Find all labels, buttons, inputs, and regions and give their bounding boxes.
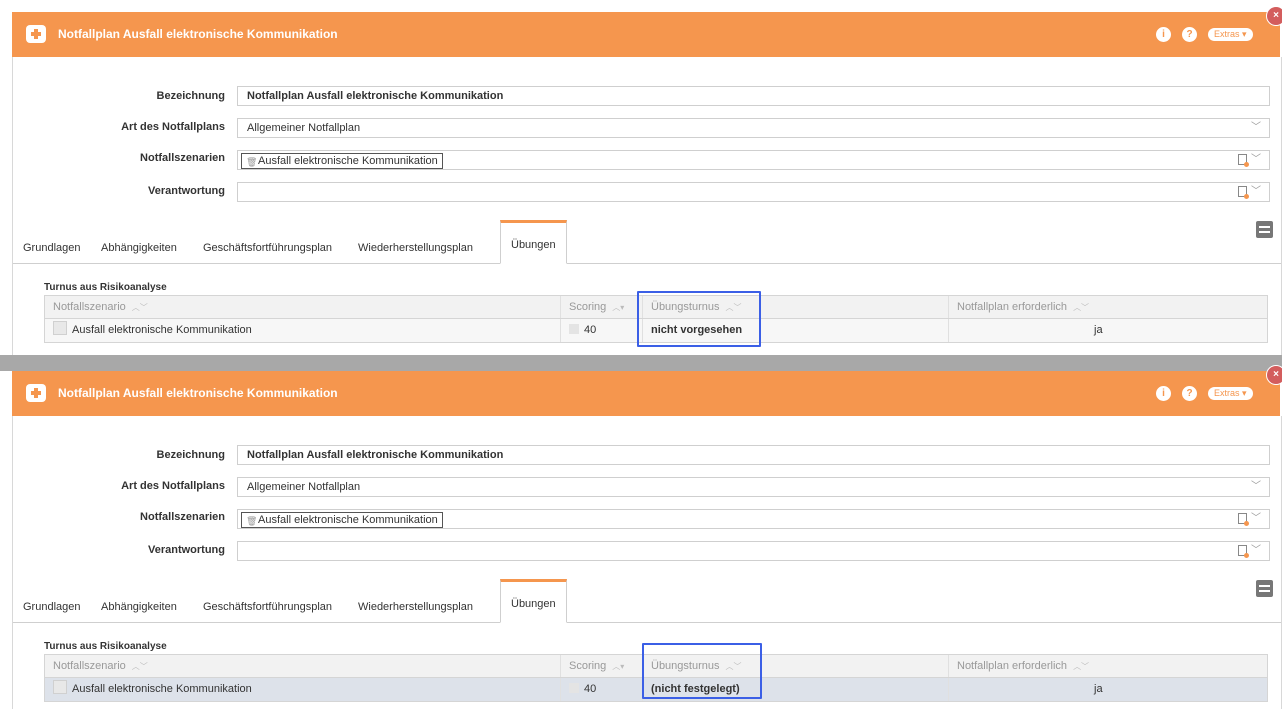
art-select[interactable]: Allgemeiner Notfallplan ﹀ [237,477,1270,497]
panel-header: Notfallplan Ausfall elektronische Kommun… [12,365,1282,416]
szenarien-label: Notfallszenarien [140,511,225,523]
sort-icon[interactable]: ︿﹀ [1073,662,1089,671]
tab-bar: Grundlagen Abhängigkeiten Geschäftsfortf… [13,576,1281,623]
chevron-down-icon[interactable]: ﹀ [1251,478,1261,496]
bar-chart-icon [569,683,579,693]
column-header-notfallplan-erforderlich[interactable]: Notfallplan erforderlich ︿﹀ [949,296,1267,318]
cell-scoring: 40 [561,678,643,701]
first-aid-icon [26,25,46,43]
sort-icon[interactable]: ︿﹀ [1073,303,1089,312]
sort-icon[interactable]: ︿▾ [612,662,624,671]
tab-wiederherstellungsplan[interactable]: Wiederherstellungsplan [358,592,473,622]
tab-geschaeftsfortfuehrungsplan[interactable]: Geschäftsfortführungsplan [203,233,332,263]
first-aid-icon [26,384,46,402]
art-label: Art des Notfallplans [121,480,225,492]
bezeichnung-field[interactable]: Notfallplan Ausfall elektronische Kommun… [237,86,1270,106]
top-panel: Notfallplan Ausfall elektronische Kommun… [12,6,1282,355]
scenario-icon [53,680,67,694]
add-document-icon[interactable] [1238,154,1249,167]
section-title: Turnus aus Risikoanalyse [44,641,167,652]
cell-scoring: 40 [561,319,643,342]
chevron-down-icon[interactable]: ﹀ [1251,510,1261,528]
art-select[interactable]: Allgemeiner Notfallplan ﹀ [237,118,1270,138]
add-document-icon[interactable] [1238,186,1249,199]
bezeichnung-label: Bezeichnung [156,449,225,461]
sort-icon[interactable]: ︿﹀ [132,303,148,312]
szenarien-label: Notfallszenarien [140,152,225,164]
chevron-down-icon[interactable]: ﹀ [1251,119,1261,137]
info-button[interactable]: i [1156,27,1171,42]
hamburger-icon[interactable] [1256,221,1273,238]
tab-geschaeftsfortfuehrungsplan[interactable]: Geschäftsfortführungsplan [203,592,332,622]
column-header-notfallszenario[interactable]: Notfallszenario ︿﹀ [45,296,561,318]
art-select-value: Allgemeiner Notfallplan [247,481,361,493]
info-button[interactable]: i [1156,386,1171,401]
tab-abhaengigkeiten[interactable]: Abhängigkeiten [101,233,177,263]
bezeichnung-label: Bezeichnung [156,90,225,102]
tab-grundlagen[interactable]: Grundlagen [23,592,81,622]
verantwortung-label: Verantwortung [147,544,225,556]
verantwortung-label: Verantwortung [147,185,225,197]
column-header-scoring[interactable]: Scoring ︿▾ [561,296,643,318]
add-document-icon[interactable] [1238,545,1249,558]
panel-header: Notfallplan Ausfall elektronische Kommun… [12,6,1282,57]
trash-icon[interactable]: 🗑 [246,514,257,528]
tab-uebungen[interactable]: Übungen [500,579,567,623]
cell-erforderlich: ja [1094,324,1103,336]
extras-menu-button[interactable]: Extras ▾ [1208,387,1253,400]
help-button[interactable]: ? [1182,27,1197,42]
bar-chart-icon [569,324,579,334]
panel-title: Notfallplan Ausfall elektronische Kommun… [58,386,338,400]
cell-szenario: Ausfall elektronische Kommunikation [45,678,561,701]
help-button[interactable]: ? [1182,386,1197,401]
scenario-icon [53,321,67,335]
sort-icon[interactable]: ︿﹀ [132,662,148,671]
column-header-notfallplan-erforderlich[interactable]: Notfallplan erforderlich ︿﹀ [949,655,1267,677]
close-button[interactable]: × [1266,6,1282,26]
highlight-box [642,643,762,699]
column-header-notfallszenario[interactable]: Notfallszenario ︿﹀ [45,655,561,677]
separator [0,355,1282,371]
verantwortung-field[interactable]: ﹀ [237,541,1270,561]
art-label: Art des Notfallplans [121,121,225,133]
verantwortung-field[interactable]: ﹀ [237,182,1270,202]
chevron-down-icon[interactable]: ﹀ [1251,183,1261,201]
trash-icon[interactable]: 🗑 [246,155,257,169]
cell-szenario: Ausfall elektronische Kommunikation [45,319,561,342]
section-title: Turnus aus Risikoanalyse [44,282,167,293]
art-select-value: Allgemeiner Notfallplan [247,122,361,134]
szenarien-field[interactable]: 🗑 Ausfall elektronische Kommunikation ﹀ [237,509,1270,529]
szenarien-field[interactable]: 🗑 Ausfall elektronische Kommunikation ﹀ [237,150,1270,170]
szenario-chip[interactable]: 🗑 Ausfall elektronische Kommunikation [241,512,443,528]
tab-grundlagen[interactable]: Grundlagen [23,233,81,263]
tab-wiederherstellungsplan[interactable]: Wiederherstellungsplan [358,233,473,263]
highlight-box [637,291,761,347]
tab-abhaengigkeiten[interactable]: Abhängigkeiten [101,592,177,622]
tab-bar: Grundlagen Abhängigkeiten Geschäftsfortf… [13,217,1281,264]
hamburger-icon[interactable] [1256,580,1273,597]
tab-uebungen[interactable]: Übungen [500,220,567,264]
chevron-down-icon[interactable]: ﹀ [1251,151,1261,169]
szenario-chip-label: Ausfall elektronische Kommunikation [258,155,438,167]
cell-erforderlich: ja [1094,683,1103,695]
close-button[interactable]: × [1266,365,1282,385]
column-header-scoring[interactable]: Scoring ︿▾ [561,655,643,677]
add-document-icon[interactable] [1238,513,1249,526]
bezeichnung-field[interactable]: Notfallplan Ausfall elektronische Kommun… [237,445,1270,465]
panel-title: Notfallplan Ausfall elektronische Kommun… [58,27,338,41]
bottom-panel: Notfallplan Ausfall elektronische Kommun… [12,365,1282,709]
chevron-down-icon[interactable]: ﹀ [1251,542,1261,560]
extras-menu-button[interactable]: Extras ▾ [1208,28,1253,41]
szenario-chip[interactable]: 🗑 Ausfall elektronische Kommunikation [241,153,443,169]
sort-icon[interactable]: ︿▾ [612,303,624,312]
szenario-chip-label: Ausfall elektronische Kommunikation [258,514,438,526]
